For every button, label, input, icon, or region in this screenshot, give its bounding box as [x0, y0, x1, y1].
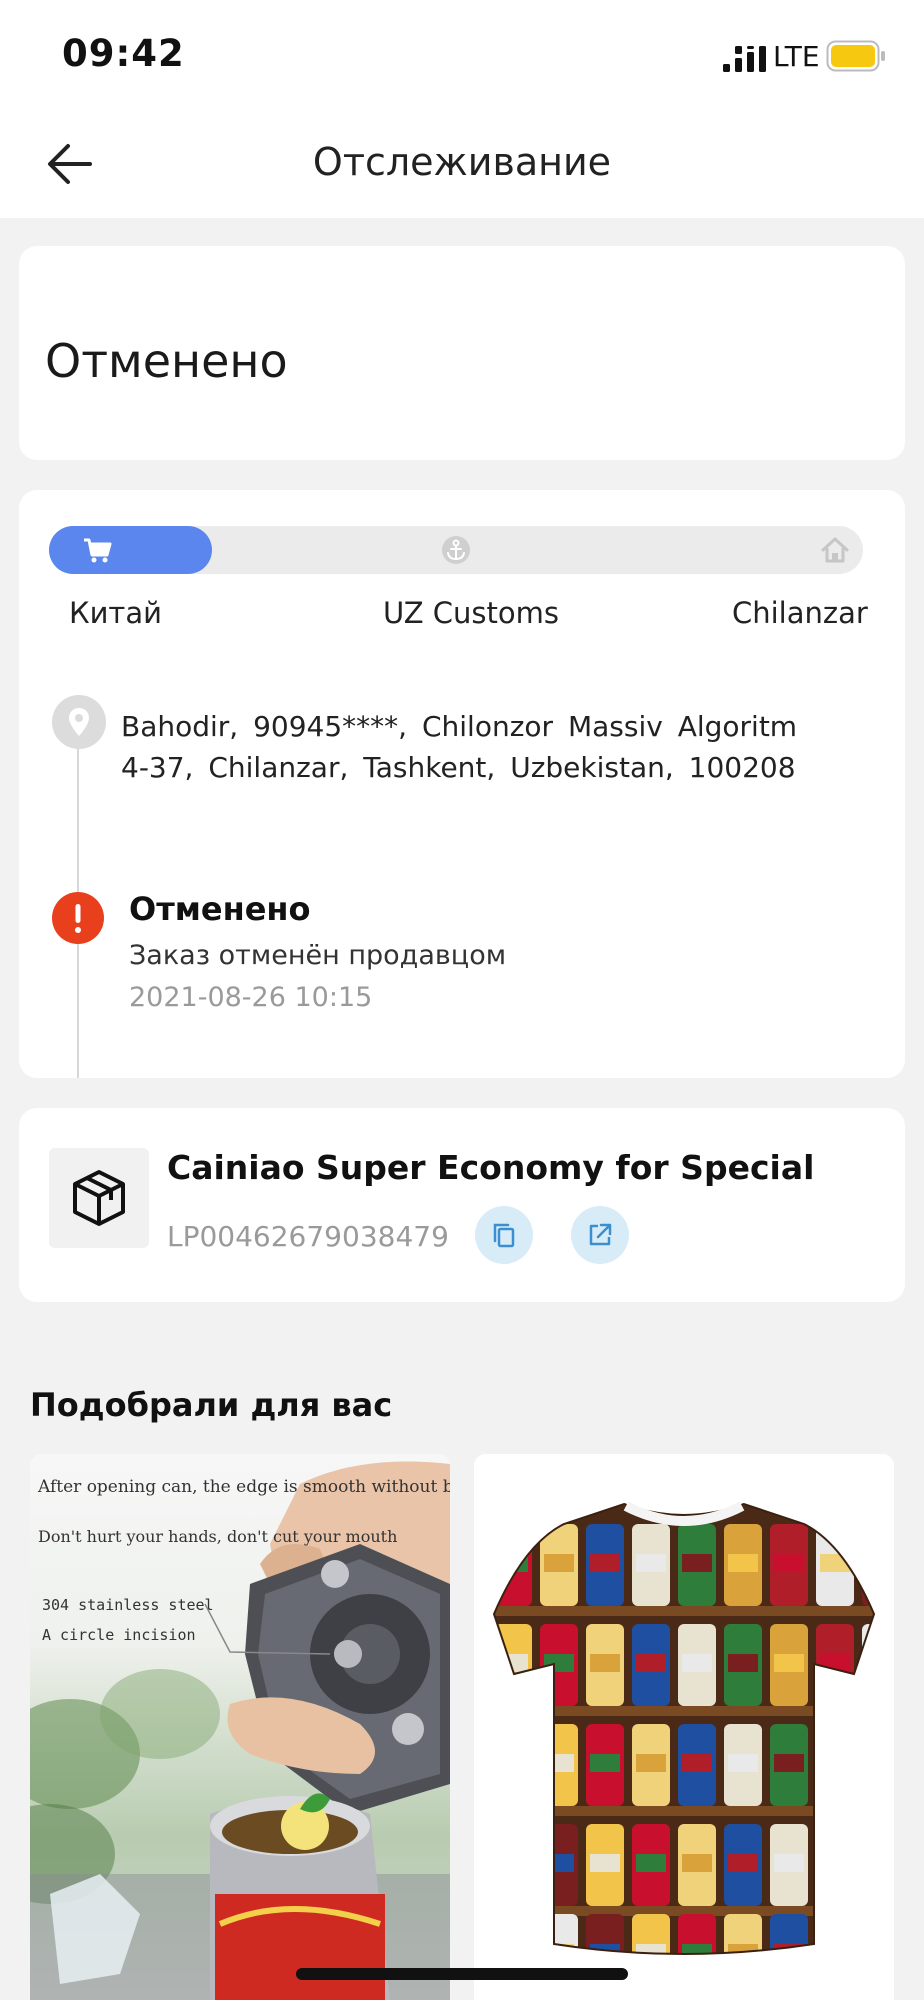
product-caption-2: Don't hurt your hands, don't cut your mo… [38, 1527, 397, 1546]
address-line-1: Bahodir, 90945****, Chilonzor Massiv Alg… [121, 710, 798, 743]
carrier-name: Cainiao Super Economy for Special [167, 1148, 815, 1187]
alert-icon [52, 892, 104, 944]
stage-label-destination: Chilanzar [732, 596, 868, 630]
delivery-address: Bahodir, 90945****, Chilonzor Massiv Alg… [121, 706, 861, 788]
product-caption-1: After opening can, the edge is smooth wi… [37, 1477, 450, 1497]
shipping-progress-bar [49, 526, 863, 574]
anchor-icon [442, 536, 470, 564]
order-status-card: Отменено [19, 246, 905, 460]
home-icon [821, 537, 849, 563]
recommendations-title: Подобрали для вас [30, 1386, 393, 1424]
product-image-tshirt [474, 1454, 894, 2000]
event-title: Отменено [129, 890, 311, 928]
signal-icon [723, 46, 766, 72]
clock: 09:42 [62, 32, 185, 75]
event-description: Заказ отменён продавцом [129, 940, 507, 971]
battery-icon [826, 40, 885, 72]
home-indicator [296, 1968, 628, 1980]
package-icon [73, 1170, 125, 1226]
carrier-card: Cainiao Super Economy for Special LP0046… [19, 1108, 905, 1302]
external-link-icon [589, 1223, 612, 1246]
event-timestamp: 2021-08-26 10:15 [129, 982, 373, 1013]
stage-label-customs: UZ Customs [383, 596, 560, 630]
product-caption-4: A circle incision [42, 1626, 196, 1644]
nav-bar: Отслеживание [0, 110, 924, 218]
address-line-2: 4-37, Chilanzar, Tashkent, Uzbekistan, 1… [121, 751, 796, 784]
product-card-tshirt[interactable] [474, 1454, 894, 2000]
tracking-card: Китай UZ Customs Chilanzar Bahodir, 9094… [19, 490, 905, 1078]
product-card-can-opener[interactable]: After opening can, the edge is smooth wi… [30, 1454, 450, 2000]
open-link-button[interactable] [571, 1206, 629, 1264]
package-icon-container [49, 1148, 149, 1248]
copy-icon [493, 1223, 515, 1248]
product-image-can-opener: After opening can, the edge is smooth wi… [30, 1454, 450, 2000]
product-caption-3: 304 stainless steel [42, 1596, 214, 1614]
progress-fill [49, 526, 212, 574]
status-bar: 09:42 LTE [0, 0, 924, 110]
page-title: Отслеживание [312, 140, 612, 184]
order-status-text: Отменено [45, 334, 288, 388]
cart-icon [84, 538, 112, 563]
copy-button[interactable] [475, 1206, 533, 1264]
stage-label-origin: Китай [69, 596, 162, 630]
network-type: LTE [773, 40, 820, 73]
tracking-number: LP00462679038479 [167, 1220, 449, 1253]
location-pin-icon [52, 695, 106, 749]
